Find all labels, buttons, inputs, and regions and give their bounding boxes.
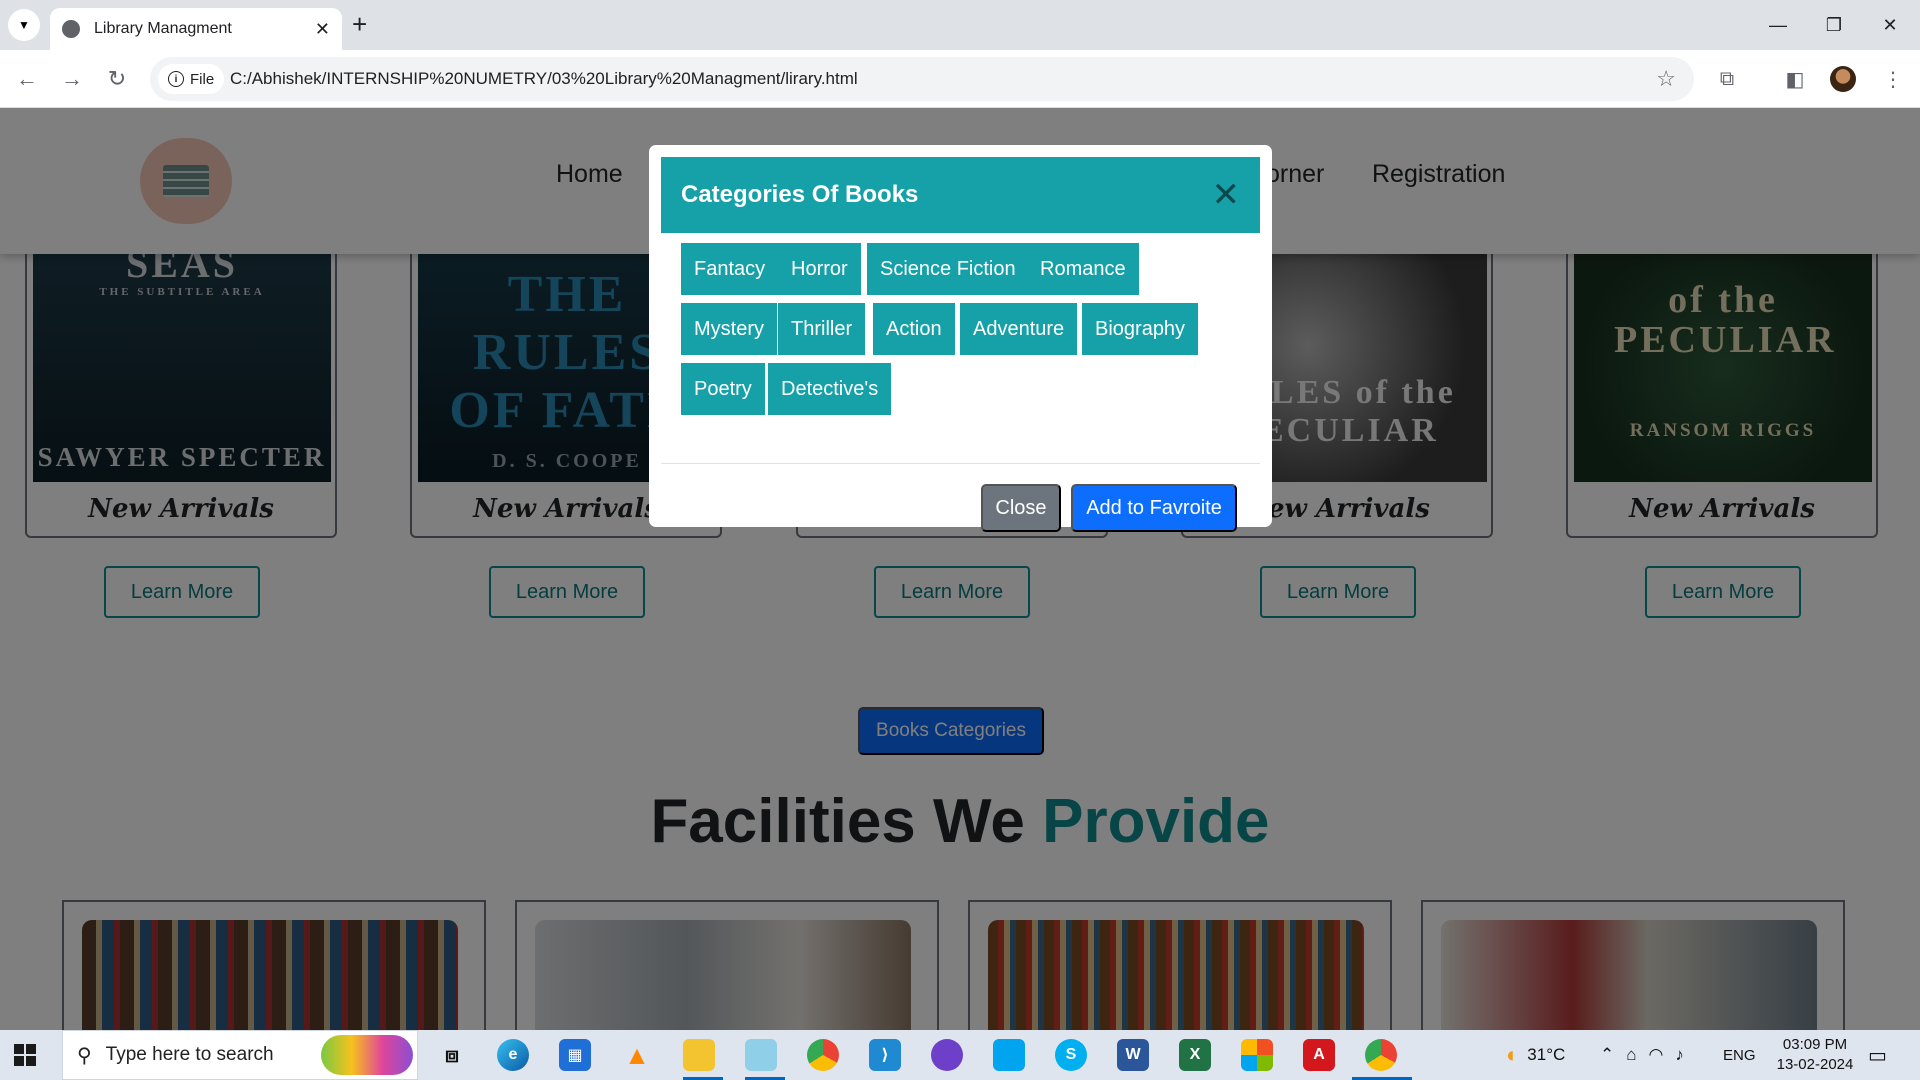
system-tray: ⌃ ⌂ ◠ ♪: [1600, 1030, 1684, 1080]
notification-icon[interactable]: ▭: [1868, 1030, 1887, 1080]
new-tab-button[interactable]: +: [352, 11, 367, 37]
temperature-text: 31°C: [1527, 1045, 1566, 1064]
start-button[interactable]: [14, 1044, 36, 1066]
genre-thriller[interactable]: Thriller: [778, 303, 866, 355]
skype-icon[interactable]: S: [1055, 1039, 1087, 1071]
word-icon[interactable]: W: [1117, 1039, 1149, 1071]
arrow-left-icon: ←: [16, 66, 38, 91]
windows-taskbar: ⚲ Type here to search ⧈ e ▦ ▲ ⟩ S W X A …: [0, 1030, 1920, 1080]
close-window-button[interactable]: ✕: [1862, 0, 1918, 50]
edge-icon[interactable]: e: [497, 1039, 529, 1071]
genre-poetry[interactable]: Poetry: [681, 363, 765, 415]
browser-tab-strip: ▼ Library Managment ✕ + — ❐ ✕: [0, 0, 1920, 50]
url-text[interactable]: C:/Abhishek/INTERNSHIP%20NUMETRY/03%20Li…: [230, 69, 858, 89]
genre-horror[interactable]: Horror: [778, 243, 861, 295]
weather-widget[interactable]: ◐ 31°C: [1506, 1030, 1565, 1080]
wifi-icon[interactable]: ◠: [1649, 1045, 1664, 1065]
genre-biography[interactable]: Biography: [1082, 303, 1199, 355]
genre-detectives[interactable]: Detective's: [768, 363, 892, 415]
genre-adventure[interactable]: Adventure: [960, 303, 1078, 355]
vlc-icon[interactable]: ▲: [621, 1039, 653, 1071]
globe-icon: [62, 20, 80, 38]
weather-sun-icon: ◐: [1506, 1042, 1520, 1067]
tab-search-button[interactable]: ▼: [8, 9, 40, 41]
back-button[interactable]: ←: [10, 62, 44, 96]
close-icon[interactable]: ✕: [1212, 178, 1241, 212]
site-info-chip[interactable]: i File: [158, 64, 225, 94]
profile-avatar[interactable]: [1828, 64, 1858, 94]
network-icon[interactable]: ⌂: [1626, 1045, 1636, 1065]
browser-toolbar: ← → ↻ i File C:/Abhishek/INTERNSHIP%20NU…: [0, 50, 1920, 108]
time-text: 03:09 PM: [1782, 1036, 1848, 1053]
genre-fantacy[interactable]: Fantacy: [681, 243, 779, 295]
search-icon: ⚲: [77, 1044, 92, 1067]
reload-button[interactable]: ↻: [100, 62, 134, 96]
notepad-icon[interactable]: [745, 1039, 777, 1071]
bookmark-star-icon[interactable]: ☆: [1656, 66, 1676, 92]
volume-icon[interactable]: ♪: [1675, 1045, 1684, 1065]
file-explorer-icon[interactable]: [683, 1039, 715, 1071]
avatar: [1830, 66, 1856, 92]
chevron-up-icon[interactable]: ⌃: [1600, 1045, 1614, 1065]
chrome-profile-icon[interactable]: [1365, 1039, 1397, 1071]
genre-romance[interactable]: Romance: [1027, 243, 1139, 295]
genre-action[interactable]: Action: [873, 303, 955, 355]
language-indicator[interactable]: ENG: [1723, 1030, 1756, 1080]
github-icon[interactable]: [931, 1039, 963, 1071]
add-to-favorite-button[interactable]: Add to Favroite: [1071, 484, 1237, 532]
reload-icon: ↻: [107, 66, 127, 91]
close-tab-icon[interactable]: ✕: [315, 19, 330, 40]
taskbar-search[interactable]: ⚲ Type here to search: [62, 1030, 418, 1080]
forward-button[interactable]: →: [55, 62, 89, 96]
close-button[interactable]: Close: [981, 484, 1061, 532]
meet-icon[interactable]: [993, 1039, 1025, 1071]
genre-science-fiction[interactable]: Science Fiction: [867, 243, 1029, 295]
restore-button[interactable]: ❐: [1806, 0, 1862, 50]
search-highlight-image: [321, 1035, 413, 1075]
modal-divider: [661, 463, 1260, 464]
task-view-icon[interactable]: ⧈: [436, 1039, 468, 1071]
chevron-down-icon: ▼: [18, 18, 30, 32]
date-text: 13-02-2024: [1776, 1056, 1854, 1073]
categories-modal: Categories Of Books ✕ Fantacy Horror Sci…: [649, 145, 1272, 532]
excel-icon[interactable]: X: [1179, 1039, 1211, 1071]
chip-label: File: [190, 70, 215, 88]
arrow-right-icon: →: [61, 66, 83, 91]
side-panel-icon[interactable]: ◧: [1780, 64, 1810, 94]
extensions-icon[interactable]: ⧉: [1712, 64, 1742, 94]
info-icon: i: [168, 71, 184, 87]
acrobat-icon[interactable]: A: [1303, 1039, 1335, 1071]
clock[interactable]: 03:09 PM 13-02-2024: [1770, 1035, 1860, 1075]
browser-tab[interactable]: Library Managment ✕: [50, 8, 342, 50]
tab-title: Library Managment: [94, 20, 232, 37]
photos-icon[interactable]: [1241, 1039, 1273, 1071]
modal-header: Categories Of Books ✕: [661, 157, 1260, 233]
chrome-icon[interactable]: [807, 1039, 839, 1071]
search-placeholder: Type here to search: [105, 1044, 274, 1065]
genre-mystery[interactable]: Mystery: [681, 303, 777, 355]
vscode-icon[interactable]: ⟩: [869, 1039, 901, 1071]
page-viewport: Home orner Registration SEAS THE SUBTITL…: [0, 108, 1920, 1030]
address-bar[interactable]: i File C:/Abhishek/INTERNSHIP%20NUMETRY/…: [150, 57, 1694, 101]
menu-kebab-icon[interactable]: ⋮: [1878, 64, 1908, 94]
modal-title: Categories Of Books: [681, 181, 919, 208]
minimize-button[interactable]: —: [1750, 0, 1806, 50]
store-icon[interactable]: ▦: [559, 1039, 591, 1071]
